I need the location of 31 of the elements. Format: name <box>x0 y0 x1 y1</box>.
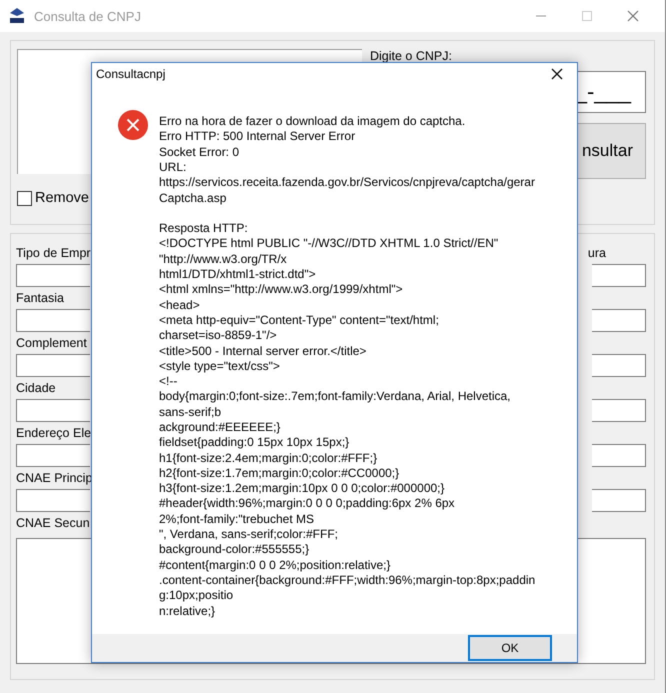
field-label: Complement <box>16 336 87 350</box>
input-field[interactable] <box>592 399 646 422</box>
input-field[interactable] <box>16 354 90 377</box>
field-label: Tipo de Empr <box>16 246 91 260</box>
input-field[interactable] <box>16 489 90 512</box>
checkbox[interactable] <box>17 190 32 206</box>
field-label: Digite o CNPJ: <box>370 49 452 63</box>
ok-button[interactable]: OK <box>468 635 552 662</box>
app-logo-icon <box>8 7 26 25</box>
error-message: Resposta HTTP: <!DOCTYPE html PUBLIC "-//W3C//DTD XHTML 1.0 Strict//EN" "http://www.w3.org/TR/x html1/DTD/xhtml1-strict.dtd"> <html xmlns="http://www.w3.org/1999/xhtml"> <head> <meta http-equiv="Content-Type" content="text/html; charset=iso-8859-1"/> <title>500 - Internal server error.</title> <style type="text/css"> <!-- body{margin:0;font-size:.7em;font-family:Verdana, Arial, Helvetica, sans-serif;b ackground:#EEEEEE;} fieldset{padding:0 15px 10px 15px;} h1{font-size:2.4em;margin:0;color:#FFF;} h2{font-size:1.7em;margin:0;color:#CC0000;} h3{font-size:1.2em;margin:10px 0 0 0;color:#000000;} #header{width:96%;margin:0 0 0 0;padding:6px 2% 6px 2%;font-family:"trebuchet MS ", Verdana, sans-serif;color:#FFF; background-color:#555555;} #content{margin:0 0 0 2%;position:relative;} .content-container{background:#FFF;width:96%;margin-top:8px;paddin g:10px;positio n:relative;} <box>159 221 536 619</box>
field-label: Cidade <box>16 381 56 395</box>
input-field[interactable] <box>592 354 646 377</box>
close-icon[interactable] <box>551 68 563 80</box>
field-label: ura <box>588 246 606 260</box>
field-label: Endereço Ele <box>16 426 92 440</box>
input-field[interactable] <box>16 399 90 422</box>
input-field[interactable] <box>592 489 646 512</box>
field-label: CNAE Princip <box>16 471 92 485</box>
input-field[interactable] <box>16 309 90 332</box>
checkbox-label: Remove <box>35 190 89 206</box>
input-field[interactable] <box>592 264 646 287</box>
field-label: CNAE Secun <box>16 516 90 530</box>
input-field[interactable] <box>16 264 90 287</box>
input-field[interactable] <box>592 444 646 467</box>
input-field[interactable] <box>16 444 90 467</box>
field-label: Fantasia <box>16 291 64 305</box>
window-title: Consulta de CNPJ <box>34 8 141 24</box>
input-field[interactable] <box>592 309 646 332</box>
error-message: Erro na hora de fazer o download da imagem do captcha. Erro HTTP: 500 Internal Server Error Socket Error: 0 URL: https://servicos.receita.fazenda.gov.br/Servicos/cnpjreva/captcha/gerar Captcha.asp <box>159 114 536 206</box>
dialog-title: Consultacnpj <box>96 66 166 81</box>
error-icon <box>118 110 148 140</box>
